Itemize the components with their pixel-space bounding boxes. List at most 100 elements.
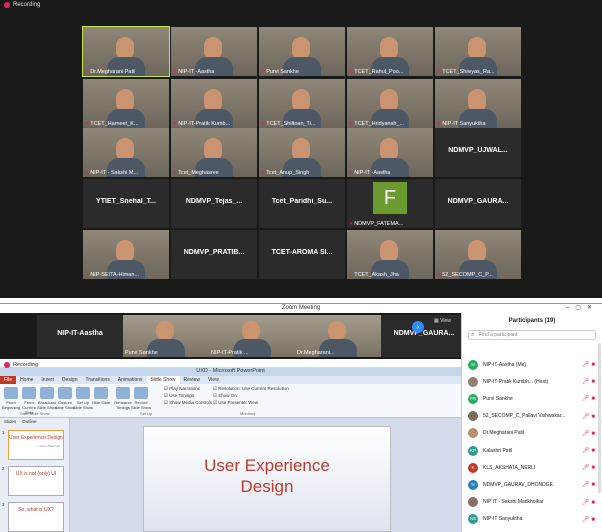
- participant-name: ✕NIP-SEITA-Himan...: [85, 272, 139, 278]
- participant-tile[interactable]: NDMVP_Tejas_...: [171, 179, 257, 228]
- strip-tile[interactable]: Dr.Megharani...: [295, 315, 381, 357]
- participant-tile[interactable]: TCET-AROMA SI...: [259, 230, 345, 279]
- record-icon: [4, 362, 10, 368]
- ppt-tab-review[interactable]: Review: [180, 376, 204, 384]
- ribbon-option[interactable]: ☑ Show Media Controls: [164, 400, 212, 406]
- ribbon-option[interactable]: ☑ Use Presenter View: [213, 400, 258, 406]
- ribbon-button-rehearse-timings[interactable]: [116, 387, 130, 399]
- ppt-tab-animations[interactable]: Animations: [114, 376, 147, 384]
- video-person: [380, 138, 398, 160]
- participant-tile[interactable]: ✕Dr.Megharani Patil: [82, 26, 170, 77]
- participant-name: TCET-AROMA SI...: [271, 249, 333, 256]
- ppt-tab-transitions[interactable]: Transitions: [82, 376, 114, 384]
- participant-tile[interactable]: ✕NIP-IT - Sakshi M...: [83, 128, 169, 177]
- participant-row[interactable]: N NDMVP_GAURAV_DHONDGE 🎤︎■: [462, 478, 602, 491]
- slide-title-line1: User Experience: [204, 456, 330, 475]
- ppt-tab-insert[interactable]: Insert: [37, 376, 58, 384]
- participant-tile[interactable]: NDMVP_GAURA...: [435, 179, 521, 228]
- participants-panel: Participants (19) ⌕ Find a participant N…: [461, 313, 602, 532]
- participant-row[interactable]: NS NIP-IT Sanyuktha 🎤︎■: [462, 513, 602, 526]
- participant-name: ✕TCET_Akash_Jha: [349, 272, 399, 278]
- participant-name: ✕NIP-IT - Sakshi M...: [85, 170, 138, 176]
- participant-tile[interactable]: ✕NIP-IT -Aastha: [347, 128, 433, 177]
- participant-name: NDMVP_GAURA...: [447, 198, 509, 205]
- participant-row[interactable]: NIP IT - Sakshi Madkholkar 🎤︎■: [462, 496, 602, 509]
- ppt-tab-home[interactable]: Home: [16, 376, 37, 384]
- slide-thumbnail[interactable]: User Experience Design — Ketan Bachhav: [8, 430, 64, 460]
- video-person: [116, 138, 134, 160]
- view-button[interactable]: ▦ View: [434, 318, 451, 324]
- next-page-button[interactable]: ›: [412, 321, 424, 333]
- slide-thumbnail[interactable]: So, what is UX?: [8, 502, 64, 532]
- participant-name: ✕TCET_Shreyas_Ra...: [437, 69, 494, 75]
- participant-tile[interactable]: ✕Tcet_Anup_Singh: [259, 128, 345, 177]
- strip-tile[interactable]: NIP-IT-Aastha: [37, 315, 123, 357]
- slide-thumbnail[interactable]: UX is not (only) UI: [8, 466, 64, 496]
- pane-tab-slides[interactable]: Slides: [4, 418, 16, 425]
- participant-row[interactable]: PS Purvi Sankhe 🎤︎■: [462, 392, 602, 405]
- strip-tile[interactable]: NDMVP_GAURA...: [381, 315, 467, 357]
- ribbon-option[interactable]: ☑ Resolution: Use Current Resolution: [213, 386, 289, 392]
- participant-tile[interactable]: ✕Purvi Sankhe: [259, 27, 345, 76]
- participant-tile[interactable]: ✕TCET_Rahul_Poo...: [347, 27, 433, 76]
- participant-tile[interactable]: ✕TCET_Hridyansh_...: [347, 79, 433, 128]
- ribbon-option[interactable]: ☑ Use Timings: [164, 393, 194, 399]
- participant-tile[interactable]: ✕NIP-IT-Pratik Kumb...: [171, 79, 257, 128]
- current-slide[interactable]: User Experience Design: [143, 426, 391, 532]
- participant-name: ✕Tcet_Anup_Singh: [261, 170, 309, 176]
- mic-video-status-icon: 🎤︎■: [581, 448, 597, 454]
- video-person: [292, 89, 310, 111]
- participant-tile[interactable]: ✕NIP-SEITA-Himan...: [83, 230, 169, 279]
- participant-tile[interactable]: ✕NIP-IT Sanyuktha: [435, 79, 521, 128]
- video-person: [292, 138, 310, 160]
- participant-tile[interactable]: ✕Tcet_Meghasree: [171, 128, 257, 177]
- participant-tile[interactable]: F ✕NDMVP_FATEMA...: [347, 179, 433, 228]
- ribbon-button-broadcast-slide-show[interactable]: [40, 387, 54, 399]
- participant-tile[interactable]: Tcet_Paridhi_Su...: [259, 179, 345, 228]
- ribbon-button-custom-slide-show[interactable]: [58, 387, 72, 399]
- muted-mic-icon: ✕: [85, 69, 90, 75]
- participant-tile[interactable]: ✕52_SECOMP_C_P...: [435, 230, 521, 279]
- avatar: F: [373, 182, 407, 214]
- participant-tile[interactable]: ✕TCET_Shiltoan_Ti...: [259, 79, 345, 128]
- ribbon-button-from-current-slide[interactable]: [22, 387, 36, 399]
- participant-row[interactable]: N NIP-IT-Aastha (Me) 🎤︎■: [462, 358, 602, 371]
- ribbon-button-from-beginning[interactable]: [4, 387, 18, 399]
- mic-video-status-icon: 🎤︎■: [581, 362, 597, 368]
- participant-tile[interactable]: ✕TCET_Akash_Jha: [347, 230, 433, 279]
- participant-tile[interactable]: ✕NIP-IT -Aastha: [171, 27, 257, 76]
- participant-tile[interactable]: YTIET_Snehal_T...: [83, 179, 169, 228]
- window-controls[interactable]: –▢✕: [566, 304, 598, 313]
- ppt-tab-slide-show[interactable]: Slide Show: [146, 376, 180, 384]
- muted-mic-icon: ✕: [349, 170, 354, 176]
- ppt-tab-view[interactable]: View: [204, 376, 223, 384]
- participant-row[interactable]: Dr.Megharani Patil 🎤︎■: [462, 427, 602, 440]
- participant-name: Kalashri Patil: [483, 447, 513, 454]
- participant-row[interactable]: NIP-IT-Pratik Kumbh... (Host) 🎤︎■: [462, 375, 602, 388]
- participant-tile[interactable]: NDMVP_UJWAL...: [435, 128, 521, 177]
- participant-tile[interactable]: NDMVP_PRATIB...: [171, 230, 257, 279]
- ribbon-button-record-slide-show[interactable]: [134, 387, 148, 399]
- participant-name-text: TCET_Shreyas_Ra...: [442, 69, 495, 75]
- ppt-tab-design[interactable]: Design: [58, 376, 82, 384]
- ppt-tab-file[interactable]: File: [0, 376, 17, 384]
- participant-name-text: TCET_Akash_Jha: [354, 272, 399, 278]
- participant-search-input[interactable]: ⌕ Find a participant: [468, 330, 596, 340]
- participant-row[interactable]: KP Kalashri Patil 🎤︎■: [462, 444, 602, 457]
- strip-tile[interactable]: NIP-IT-Pratik ...: [209, 315, 295, 357]
- scrollbar[interactable]: [598, 343, 601, 493]
- participant-tile[interactable]: ✕TCET_Shreyas_Ra...: [435, 27, 521, 76]
- avatar: PS: [468, 393, 478, 404]
- participant-name: KLS_AKSHATA_NERLI: [483, 464, 536, 471]
- participant-row[interactable]: K KLS_AKSHATA_NERLI 🎤︎■: [462, 461, 602, 474]
- ribbon-option[interactable]: ☑ Show On:: [213, 393, 238, 399]
- ribbon-option[interactable]: ☑ Play Narrations: [164, 386, 200, 392]
- ribbon-button-hide-slide[interactable]: [94, 387, 108, 399]
- participant-row[interactable]: 52_SECOMP_C_Pallavi Vishwakar... 🎤︎■: [462, 410, 602, 423]
- gallery-view: Recording ✕Dr.Megharani Patil ✕NIP-IT -Aa…: [0, 0, 602, 298]
- ribbon-button-set-up-slide-show[interactable]: [76, 387, 90, 399]
- participant-tile[interactable]: ✕TCET_Harneet_K...: [83, 79, 169, 128]
- strip-tile[interactable]: Purvi Sankhe: [123, 315, 209, 357]
- pane-tab-outline[interactable]: Outline: [22, 418, 36, 425]
- muted-mic-icon: ✕: [173, 170, 178, 176]
